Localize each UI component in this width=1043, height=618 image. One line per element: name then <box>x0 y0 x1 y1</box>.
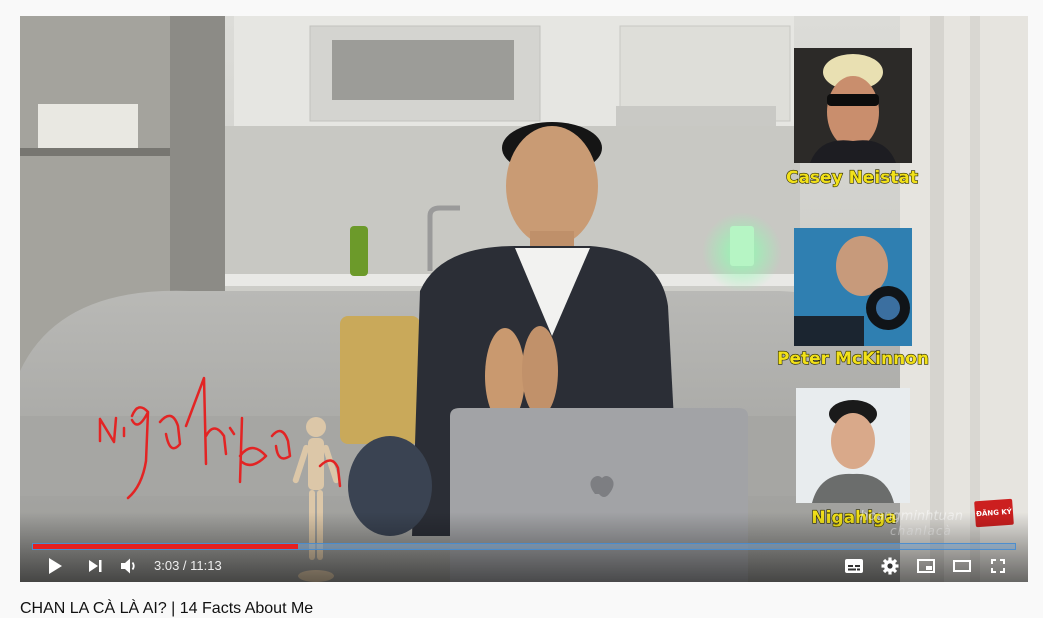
subtitles-button[interactable] <box>842 549 866 582</box>
volume-icon <box>121 558 135 573</box>
watermark-line-1: hoangminhtuan <box>860 509 963 524</box>
video-frame: Casey Neistat Peter McKinnon Nigahiga <box>20 16 1028 582</box>
player-controls: 3:03 / 11:13 <box>20 549 1028 582</box>
video-player[interactable]: Casey Neistat Peter McKinnon Nigahiga ho… <box>20 16 1028 582</box>
subtitles-icon <box>845 558 863 573</box>
play-icon <box>49 557 62 574</box>
play-button[interactable] <box>40 549 70 582</box>
settings-icon <box>881 557 899 574</box>
subscribe-badge[interactable]: ĐĂNG KÝ <box>974 498 1014 528</box>
video-title[interactable]: CHAN LA CÀ LÀ AI? | 14 Facts About Me <box>20 600 313 618</box>
fullscreen-button[interactable] <box>986 549 1010 582</box>
watermark-line-2: chanlacà <box>890 524 952 538</box>
next-icon <box>89 559 102 572</box>
mute-button[interactable] <box>116 549 142 582</box>
overlay-name-peter: Peter McKinnon <box>777 349 929 369</box>
fullscreen-icon <box>991 558 1005 573</box>
next-button[interactable] <box>82 549 108 582</box>
theater-mode-button[interactable] <box>950 549 974 582</box>
time-display: 3:03 / 11:13 <box>154 558 222 573</box>
theater-mode-icon <box>953 559 971 572</box>
miniplayer-button[interactable] <box>914 549 938 582</box>
settings-button[interactable] <box>878 549 902 582</box>
overlay-name-casey: Casey Neistat <box>786 168 918 188</box>
miniplayer-icon <box>917 558 935 573</box>
channel-watermark: hoangminhtuan chanlacà <box>860 509 963 539</box>
